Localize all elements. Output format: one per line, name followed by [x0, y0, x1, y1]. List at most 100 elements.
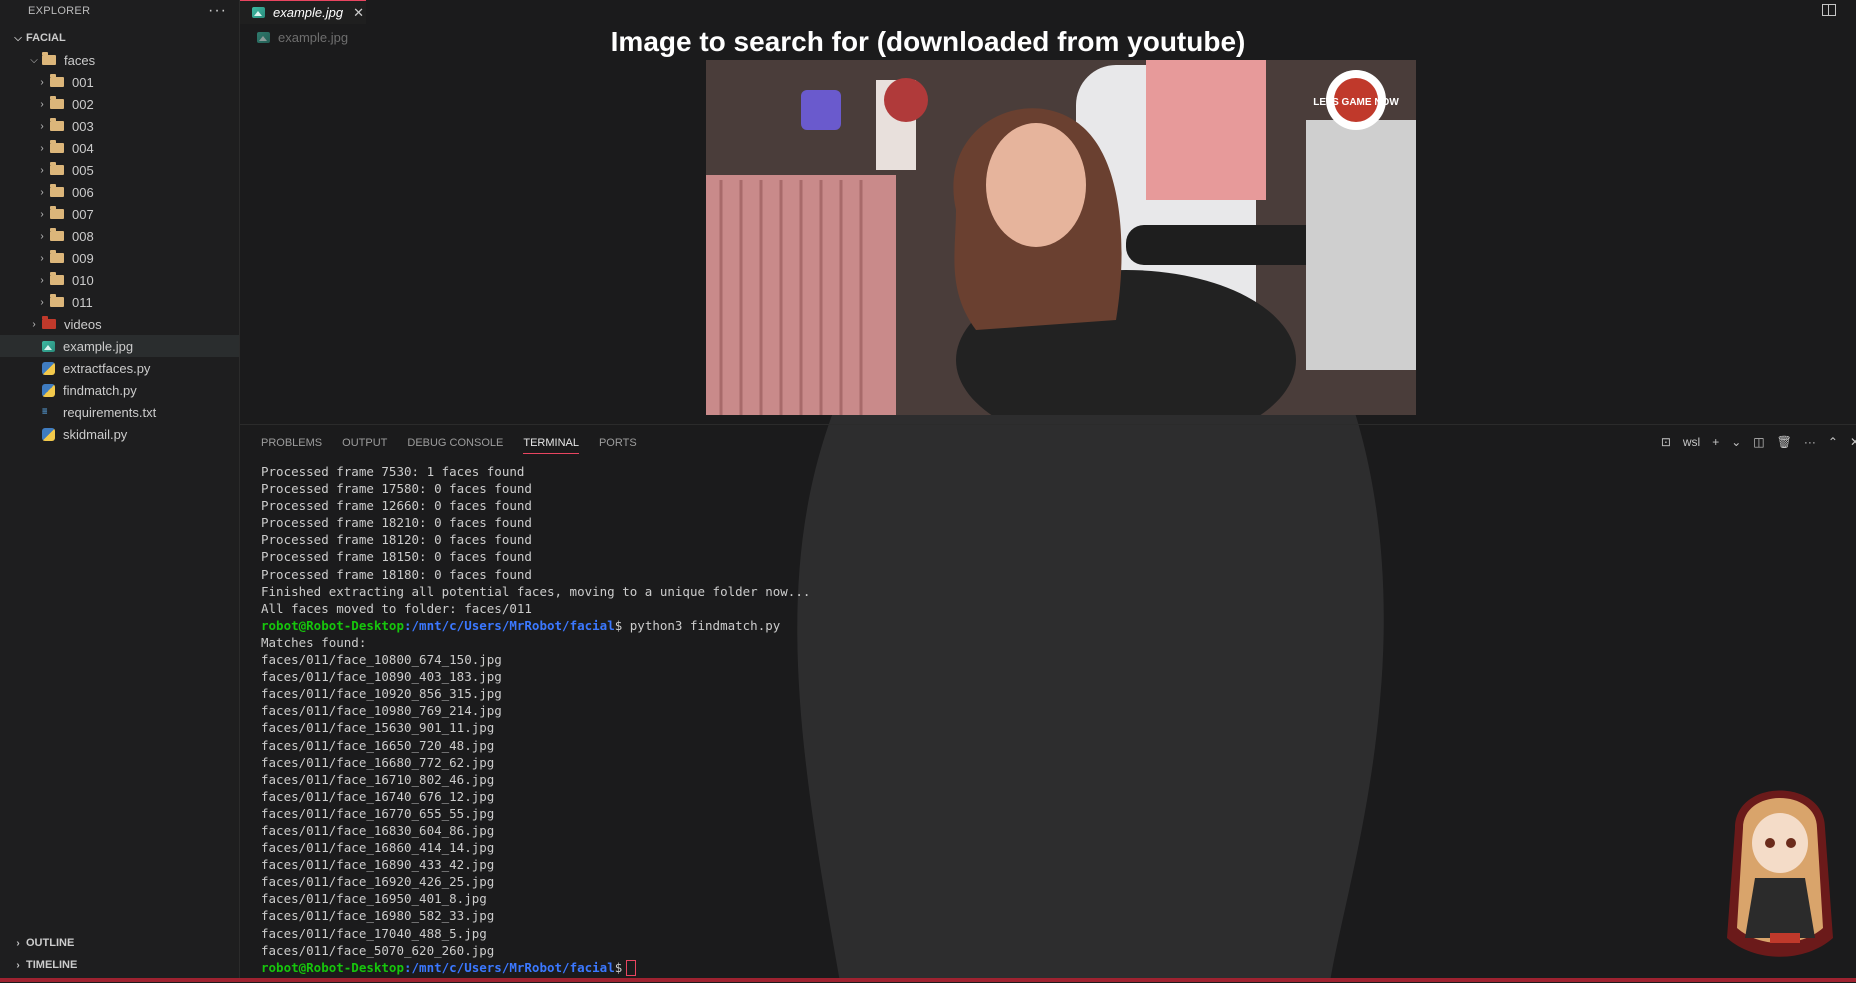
- chevron-right-icon: ›: [40, 142, 44, 154]
- tree-folder-label: 005: [72, 162, 94, 178]
- text-file-icon: ≡: [42, 407, 48, 417]
- tree-folder-faces[interactable]: ⌵ faces: [0, 49, 239, 71]
- chevron-right-icon: ›: [40, 230, 44, 242]
- tree-folder-label: 009: [72, 250, 94, 266]
- terminal-line: faces/011/face_16680_772_62.jpg: [261, 754, 495, 770]
- more-actions-icon[interactable]: ···: [208, 3, 227, 19]
- explorer-header: EXPLORER ···: [0, 0, 239, 22]
- tab-debug-console[interactable]: DEBUG CONSOLE: [407, 437, 503, 454]
- folder-icon: [42, 52, 56, 65]
- tree-folder-002[interactable]: › 002: [0, 93, 239, 115]
- terminal-line: faces/011/face_16920_426_25.jpg: [261, 874, 495, 890]
- preview-scene: LETS GAME NOW: [706, 60, 1416, 415]
- terminal-output[interactable]: Processed frame 7530: 1 faces found Proce…: [261, 463, 811, 977]
- explorer-title: EXPLORER: [28, 5, 91, 17]
- chevron-down-icon[interactable]: ⌄: [1731, 435, 1741, 449]
- terminal-line: faces/011/face_16740_676_12.jpg: [261, 788, 495, 804]
- outline-section[interactable]: › OUTLINE: [0, 932, 240, 954]
- folder-icon: [50, 96, 64, 109]
- new-terminal-icon[interactable]: +: [1712, 435, 1719, 449]
- file-label: requirements.txt: [63, 404, 157, 420]
- tab-example-jpg[interactable]: example.jpg ✕: [240, 0, 366, 24]
- tree-folder-label: 006: [72, 184, 94, 200]
- folder-icon: [50, 272, 64, 285]
- file-list: example.jpg extractfaces.py findmatch.py ≡ r…: [0, 335, 239, 445]
- maximize-panel-icon[interactable]: ⌃: [1828, 435, 1838, 449]
- tree-folder-008[interactable]: › 008: [0, 225, 239, 247]
- tree-folder-007[interactable]: › 007: [0, 203, 239, 225]
- split-terminal-icon[interactable]: ◫: [1753, 435, 1764, 449]
- file-item[interactable]: ≡ requirements.txt: [0, 401, 239, 423]
- tree-folder-label: 008: [72, 228, 94, 244]
- terminal-icon[interactable]: ⊡: [1661, 435, 1671, 449]
- chevron-right-icon: ›: [40, 76, 44, 88]
- file-item[interactable]: skidmail.py: [0, 423, 239, 445]
- folder-icon: [50, 140, 64, 153]
- python-icon: [42, 383, 55, 397]
- file-label: findmatch.py: [63, 382, 137, 398]
- folder-icon: [50, 250, 64, 263]
- folder-icon: [50, 206, 64, 219]
- tree-folder-006[interactable]: › 006: [0, 181, 239, 203]
- terminal-line: faces/011/face_10920_856_315.jpg: [261, 686, 502, 702]
- tree-folder-label: 001: [72, 74, 94, 90]
- tab-terminal[interactable]: TERMINAL: [523, 437, 579, 454]
- editor-tab-bar: example.jpg ✕: [240, 0, 1856, 24]
- python-icon: [42, 361, 55, 375]
- folder-icon: [50, 228, 64, 241]
- tree-folder-009[interactable]: › 009: [0, 247, 239, 269]
- split-editor-icon[interactable]: [1822, 4, 1836, 16]
- terminal-line: faces/011/face_16950_401_8.jpg: [261, 891, 487, 907]
- more-actions-icon[interactable]: ···: [1804, 435, 1816, 449]
- panel-toolbar: ⊡ wsl + ⌄ ◫ 🗑 ··· ⌃ ✕: [1649, 435, 1856, 449]
- chevron-right-icon: ›: [40, 274, 44, 286]
- folder-root[interactable]: ⌵ FACIAL: [0, 27, 239, 49]
- anime-mascot-image: [1727, 790, 1833, 957]
- tree-folder-010[interactable]: › 010: [0, 269, 239, 291]
- terminal-line: Processed frame 18120: 0 faces found: [261, 532, 532, 548]
- prompt-user: robot@Robot-Desktop: [261, 959, 404, 975]
- tree-folder-011[interactable]: › 011: [0, 291, 239, 313]
- tree-folder-videos[interactable]: › videos: [0, 313, 239, 335]
- tree-folder-label: 004: [72, 140, 94, 156]
- terminal-line: All faces moved to folder: faces/011: [261, 600, 532, 616]
- folder-icon: [50, 184, 64, 197]
- status-bar: [0, 978, 1856, 982]
- terminal-line: Processed frame 18150: 0 faces found: [261, 549, 532, 565]
- chevron-right-icon: ›: [16, 937, 20, 949]
- timeline-label: TIMELINE: [26, 959, 78, 971]
- tree-folder-004[interactable]: › 004: [0, 137, 239, 159]
- explorer-sidebar: EXPLORER ··· ⌵ FACIAL ⌵ faces › 001 › 002 › 0…: [0, 0, 240, 982]
- close-panel-icon[interactable]: ✕: [1850, 435, 1856, 449]
- tab-ports[interactable]: PORTS: [599, 437, 637, 454]
- terminal-cursor: [626, 960, 637, 977]
- folder-icon: [50, 162, 64, 175]
- tab-problems[interactable]: PROBLEMS: [261, 437, 322, 454]
- folder-icon: [50, 118, 64, 131]
- chevron-right-icon: ›: [40, 208, 44, 220]
- shell-label[interactable]: wsl: [1683, 435, 1700, 449]
- tab-output[interactable]: OUTPUT: [342, 437, 387, 454]
- tree-folder-label: 003: [72, 118, 94, 134]
- folder-icon: [50, 294, 64, 307]
- terminal-line: Finished extracting all potential faces,…: [261, 583, 811, 599]
- terminal-line: faces/011/face_16650_720_48.jpg: [261, 737, 495, 753]
- timeline-section[interactable]: › TIMELINE: [0, 954, 240, 976]
- logo-text: LETS GAME NOW: [1313, 97, 1399, 108]
- tree-folder-003[interactable]: › 003: [0, 115, 239, 137]
- file-item[interactable]: findmatch.py: [0, 379, 239, 401]
- tree-folder-001[interactable]: › 001: [0, 71, 239, 93]
- python-icon: [42, 427, 55, 441]
- file-item[interactable]: extractfaces.py: [0, 357, 239, 379]
- trash-icon[interactable]: 🗑: [1777, 435, 1792, 449]
- tree-folder-005[interactable]: › 005: [0, 159, 239, 181]
- faces-subfolder-list: › 001 › 002 › 003 › 004 › 005 › 006 › 007 › 008 › 009 › 010…: [0, 71, 239, 313]
- prompt-command: $ python3 findmatch.py: [614, 617, 781, 633]
- folder-icon: [50, 74, 64, 87]
- close-icon[interactable]: ✕: [353, 5, 364, 21]
- tree-folder-label: 011: [72, 294, 93, 310]
- terminal-prompt-line: robot@Robot-Desktop:/mnt/c/Users/MrRobot…: [261, 959, 810, 977]
- file-item[interactable]: example.jpg: [0, 335, 239, 357]
- terminal-line: faces/011/face_15630_901_11.jpg: [261, 720, 495, 736]
- folder-root-label: FACIAL: [26, 32, 66, 44]
